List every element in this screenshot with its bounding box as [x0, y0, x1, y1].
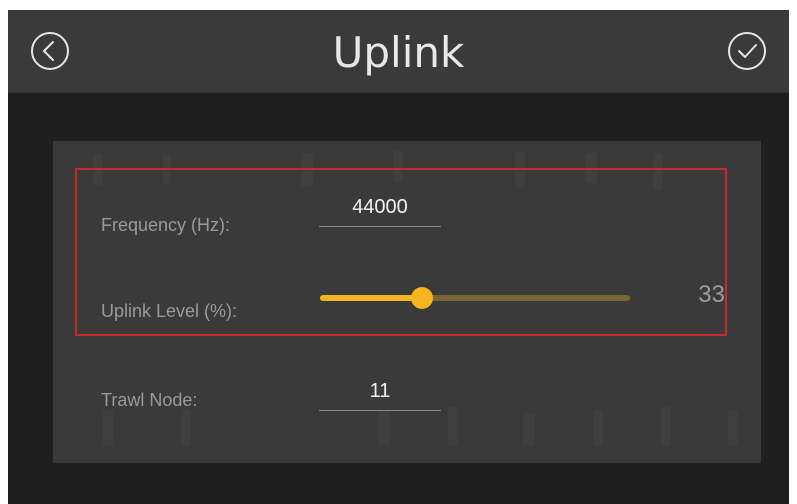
panel-texture — [661, 407, 671, 445]
checkmark-circle-icon — [728, 32, 766, 70]
frequency-label: Frequency (Hz): — [101, 215, 231, 235]
uplink-level-label: Uplink Level (%): — [101, 301, 238, 321]
header-bar: Uplink — [8, 10, 789, 93]
uplink-level-slider[interactable] — [320, 287, 630, 309]
trawl-node-label: Trawl Node: — [101, 390, 198, 410]
panel-texture — [103, 411, 113, 445]
slider-fill — [320, 295, 422, 301]
panel-texture — [593, 411, 603, 445]
panel-texture — [523, 413, 535, 445]
panel-texture — [728, 411, 738, 445]
panel-texture — [378, 411, 390, 445]
uplink-level-value: 33 — [698, 281, 725, 308]
slider-thumb[interactable] — [411, 287, 433, 309]
frequency-field[interactable]: 44000 — [319, 193, 441, 227]
panel-texture — [181, 409, 191, 445]
panel-texture — [448, 407, 458, 445]
confirm-button[interactable] — [727, 31, 767, 71]
settings-panel: Frequency (Hz): 44000 Uplink Level (%): … — [53, 141, 761, 463]
uplink-screen: Uplink Frequency (Hz): 44000 Uplink Leve… — [8, 10, 789, 504]
page-title: Uplink — [332, 28, 465, 77]
trawl-node-field[interactable]: 11 — [319, 377, 441, 411]
